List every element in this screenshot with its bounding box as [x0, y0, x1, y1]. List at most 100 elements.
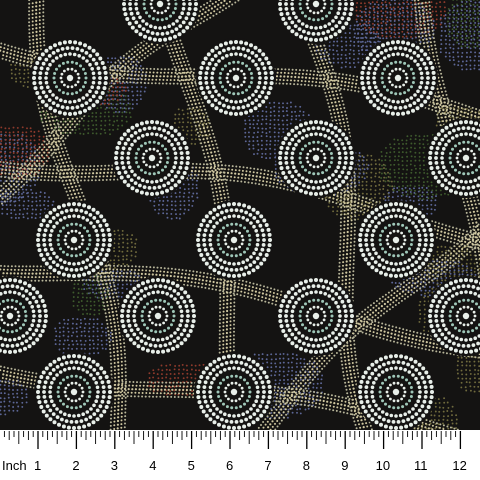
region-dot	[448, 59, 451, 62]
region-dot	[161, 203, 164, 206]
region-dot	[464, 8, 467, 11]
region-dot	[315, 386, 318, 389]
region-dot	[304, 408, 307, 411]
region-dot	[192, 192, 195, 195]
region-dot	[136, 94, 139, 97]
region-dot	[98, 304, 101, 307]
region-dot	[317, 378, 319, 381]
region-dot	[353, 58, 355, 61]
region-dot	[3, 147, 6, 150]
region-dot	[387, 171, 389, 174]
region-dot	[422, 184, 425, 187]
region-dot	[468, 19, 471, 22]
region-dot	[424, 269, 427, 272]
region-dot	[450, 419, 453, 422]
region-dot	[414, 167, 417, 170]
region-dot	[75, 330, 78, 333]
region-dot	[361, 184, 364, 187]
region-dot	[393, 31, 396, 34]
region-dot	[287, 383, 289, 385]
region-dot	[170, 212, 173, 215]
region-dot	[183, 204, 186, 207]
region-dot	[10, 208, 13, 211]
region-dot	[465, 35, 468, 37]
region-dot	[380, 18, 383, 21]
region-dot	[395, 285, 398, 288]
region-dot	[174, 365, 177, 367]
region-dot	[173, 377, 176, 379]
region-dot	[112, 86, 115, 89]
region-dot	[96, 330, 99, 333]
region-dot	[405, 180, 408, 183]
region-dot	[434, 405, 437, 408]
region-dot	[451, 24, 454, 27]
region-dot	[118, 237, 121, 240]
region-dot	[332, 61, 335, 64]
region-dot	[166, 204, 169, 207]
region-dot	[406, 159, 409, 162]
region-dot	[307, 114, 310, 117]
region-dot	[378, 158, 381, 161]
region-dot	[87, 284, 90, 287]
region-dot	[8, 146, 11, 149]
region-dot	[166, 199, 169, 202]
region-dot	[25, 388, 27, 391]
region-dot	[459, 32, 462, 35]
region-dot	[393, 28, 396, 31]
region-dot	[203, 113, 206, 116]
region-dot	[436, 250, 439, 253]
region-dot	[191, 393, 193, 396]
region-dot	[191, 195, 194, 198]
region-dot	[191, 183, 194, 186]
region-dot	[393, 7, 396, 10]
region-dot	[0, 143, 2, 146]
region-dot	[256, 152, 259, 155]
region-dot	[469, 64, 472, 67]
region-dot	[384, 199, 387, 202]
region-dot	[273, 152, 276, 155]
region-dot	[355, 37, 358, 40]
region-dot	[287, 370, 290, 373]
region-dot	[444, 47, 447, 50]
region-dot	[472, 3, 475, 6]
region-dot	[405, 151, 408, 154]
region-dot	[455, 28, 458, 31]
region-dot	[418, 203, 421, 206]
region-dot	[418, 180, 420, 183]
region-dot	[426, 139, 429, 142]
region-dot	[401, 160, 404, 163]
region-dot	[474, 13, 477, 16]
region-dot	[122, 241, 125, 244]
region-dot	[134, 255, 137, 258]
region-dot	[374, 196, 376, 199]
region-dot	[456, 51, 459, 54]
region-dot	[469, 107, 472, 110]
region-dot	[465, 356, 468, 359]
region-dot	[43, 200, 46, 202]
region-dot	[366, 40, 369, 43]
region-dot	[470, 269, 473, 272]
region-dot	[48, 196, 50, 199]
region-dot	[17, 216, 20, 219]
region-dot	[265, 157, 268, 160]
region-dot	[126, 86, 129, 89]
region-dot	[357, 49, 360, 52]
region-dot	[369, 201, 372, 204]
region-dot	[12, 196, 15, 199]
region-dot	[188, 204, 191, 206]
region-dot	[357, 188, 360, 191]
region-dot	[384, 22, 387, 25]
region-dot	[110, 102, 113, 105]
region-dot	[391, 196, 394, 199]
region-dot	[410, 171, 413, 174]
region-dot	[405, 172, 408, 175]
region-dot	[290, 115, 293, 118]
region-dot	[410, 5, 413, 8]
region-dot	[294, 105, 297, 108]
region-dot	[26, 150, 29, 153]
region-dot	[290, 361, 293, 364]
region-dot	[170, 200, 173, 203]
region-dot	[43, 195, 46, 198]
region-dot	[335, 49, 338, 52]
region-dot	[373, 11, 376, 14]
